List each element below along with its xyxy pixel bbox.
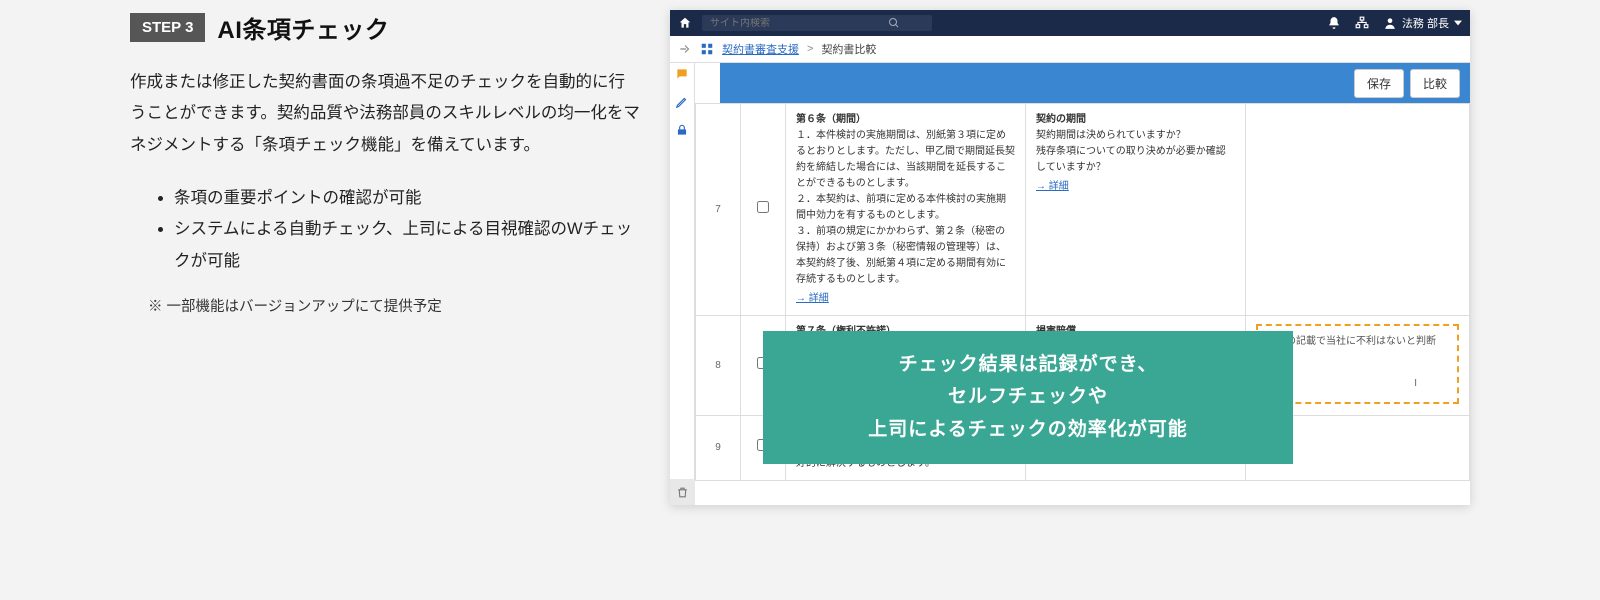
save-button[interactable]: 保存 [1354,69,1404,98]
step-header: STEP 3 AI条項チェック [130,10,640,45]
breadcrumb-separator: > [807,43,813,55]
bell-icon[interactable] [1327,16,1341,30]
bullet-item: システムによる自動チェック、上司による目視確認のWチェックが可能 [174,214,640,277]
trash-icon[interactable] [670,479,695,505]
pencil-icon[interactable] [675,95,689,109]
footnote: ※ 一部機能はバージョンアップにて提供予定 [130,295,640,316]
breadcrumb-bar: 契約書審査支援 > 契約書比較 [670,36,1470,63]
compare-button[interactable]: 比較 [1410,69,1460,98]
grid-icon[interactable] [700,42,714,56]
detail-link[interactable]: → 詳細 [796,291,829,307]
clause-body: １．本件検討の実施期間は、別紙第３項に定めるとおりとします。ただし、甲乙間で期間… [796,128,1015,288]
breadcrumb-current: 契約書比較 [821,41,876,57]
memo-cell[interactable] [1246,104,1470,316]
detail-link[interactable]: → 詳細 [1036,179,1069,195]
search-field[interactable] [702,15,932,31]
check-title: 契約の期間 [1036,112,1235,128]
check-body: 契約期間は決められていますか？ 残存条項についての取り決めが必要か確認しています… [1036,128,1235,176]
overlay-line: 上司によるチェックの効率化が可能 [773,414,1283,446]
row-number: 8 [696,316,741,416]
user-icon [1383,16,1397,30]
search-icon [888,17,900,29]
overlay-line: チェック結果は記録ができ、 [773,349,1283,381]
expand-icon[interactable] [678,42,692,56]
row-number: 7 [696,104,741,316]
tool-sidebar [670,63,695,492]
step-badge: STEP 3 [130,13,205,42]
lock-icon[interactable] [675,123,689,137]
row-checkbox[interactable] [757,201,769,213]
action-bar: 保存 比較 [720,63,1470,103]
callout-overlay: チェック結果は記録ができ、 セルフチェックや 上司によるチェックの効率化が可能 [763,331,1293,464]
comment-icon[interactable] [675,67,689,81]
step-description: 作成または修正した契約書面の条項過不足のチェックを自動的に行うことができます。契… [130,67,640,161]
bullet-item: 条項の重要ポイントの確認が可能 [174,183,640,214]
user-name: 法務 部長 [1402,15,1449,31]
chevron-down-icon [1454,19,1462,27]
step-title: AI条項チェック [217,10,389,45]
clause-title: 第６条（期間） [796,112,1015,128]
search-input[interactable] [710,18,880,29]
home-icon[interactable] [678,16,692,30]
breadcrumb-link[interactable]: 契約書審査支援 [722,41,799,57]
user-menu[interactable]: 法務 部長 [1383,15,1462,31]
row-number: 9 [696,416,741,481]
app-screenshot: 法務 部長 契約書審査支援 > 契約書比較 [670,10,1470,505]
text-cursor-icon: I [1414,376,1417,392]
feature-bullets: 条項の重要ポイントの確認が可能 システムによる自動チェック、上司による目視確認の… [130,183,640,277]
table-row: 7 第６条（期間） １．本件検討の実施期間は、別紙第３項に定めるとおりとします。… [696,104,1470,316]
app-topbar: 法務 部長 [670,10,1470,36]
org-icon[interactable] [1355,16,1369,30]
overlay-line: セルフチェックや [773,381,1283,413]
